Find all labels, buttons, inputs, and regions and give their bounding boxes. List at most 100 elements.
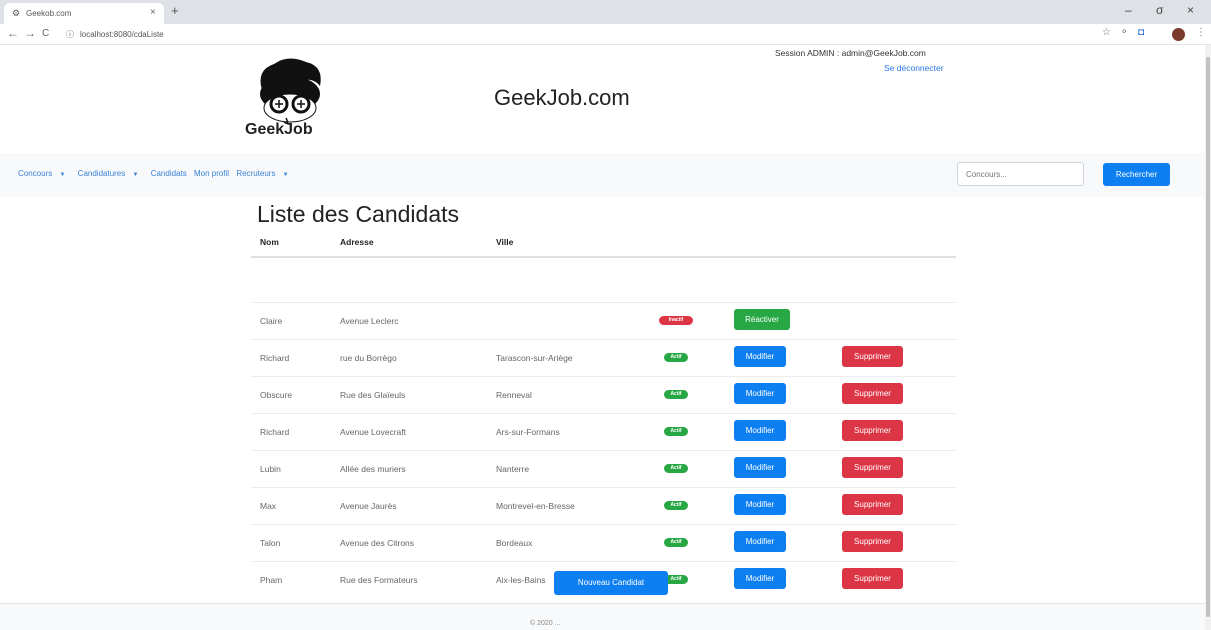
footer-text: © 2020 ... [530, 620, 561, 627]
delete-button[interactable]: Supprimer [842, 346, 903, 367]
new-tab-icon[interactable]: + [171, 3, 179, 18]
cell-nom: Max [260, 501, 277, 511]
restore-icon[interactable]: σ [1156, 3, 1163, 17]
table-row: Obscure Rue des Glaïeuls Renneval Actif … [251, 376, 956, 413]
cell-adresse: Allée des muriers [340, 464, 406, 474]
extension-icon-2[interactable]: ◘ [1138, 27, 1144, 38]
edit-button[interactable]: Modifier [734, 457, 786, 478]
edit-button[interactable]: Modifier [734, 531, 786, 552]
reactivate-button[interactable]: Réactiver [734, 309, 790, 330]
tab-close-icon[interactable]: × [150, 7, 156, 18]
cell-nom: Claire [260, 316, 283, 326]
cell-ville: Bordeaux [496, 538, 533, 548]
info-icon: ⓘ [66, 30, 74, 39]
search-button[interactable]: Rechercher [1103, 163, 1170, 186]
scrollbar[interactable] [1205, 45, 1211, 630]
cell-adresse: rue du Borrègo [340, 353, 397, 363]
address-bar[interactable]: ⓘ localhost:8080/cdaListe [66, 29, 164, 40]
site-title: GeekJob.com [494, 85, 630, 110]
edit-button[interactable]: Modifier [734, 420, 786, 441]
browser-toolbar: ← → C ⓘ localhost:8080/cdaListe ☆ ⚬ ◘ ⋮ [0, 24, 1211, 45]
table-row: Talon Avenue des Citrons Bordeaux Actif … [251, 524, 956, 561]
session-info: Session ADMIN : admin@GeekJob.com [775, 48, 926, 58]
cell-ville: Ars-sur-Formans [496, 427, 560, 437]
delete-button[interactable]: Supprimer [842, 531, 903, 552]
star-icon[interactable]: ☆ [1102, 27, 1111, 38]
cell-ville: Tarascon-sur-Ariège [496, 353, 573, 363]
favicon-icon: ⚙ [12, 8, 21, 18]
profile-avatar[interactable] [1172, 28, 1185, 41]
column-header-ville: Ville [496, 237, 514, 247]
caret-down-icon: ▼ [132, 172, 139, 178]
new-candidate-button[interactable]: Nouveau Candidat [554, 571, 668, 595]
search-input[interactable] [957, 162, 1084, 186]
status-badge: Actif [664, 353, 688, 362]
edit-button[interactable]: Modifier [734, 383, 786, 404]
cell-ville: Nanterre [496, 464, 530, 474]
nav-item-recruteurs[interactable]: Recruteurs ▼ [236, 169, 293, 178]
delete-button[interactable]: Supprimer [842, 420, 903, 441]
table-row: Lubin Allée des muriers Nanterre Actif M… [251, 450, 956, 487]
delete-button[interactable]: Supprimer [842, 494, 903, 515]
nav-item-candidats[interactable]: Candidats [151, 169, 187, 178]
edit-button[interactable]: Modifier [734, 494, 786, 515]
status-badge: Actif [664, 464, 688, 473]
forward-icon[interactable]: → [24, 26, 36, 40]
menu-icon[interactable]: ⋮ [1196, 27, 1206, 38]
nav-item-candidatures[interactable]: Candidatures ▼ [78, 169, 144, 178]
browser-tab-bar: ⚙ Geekob.com × + – σ × [0, 0, 1211, 24]
edit-button[interactable]: Modifier [734, 346, 786, 367]
caret-down-icon: ▼ [282, 172, 289, 178]
logo-text: GeekJob [245, 121, 313, 138]
cell-nom: Obscure [260, 390, 293, 400]
cell-adresse: Rue des Glaïeuls [340, 390, 406, 400]
nav-item-mon-profil[interactable]: Mon profil [194, 169, 229, 178]
cell-ville: Montrevel-en-Bresse [496, 501, 575, 511]
table-row: Richard Avenue Lovecraft Ars-sur-Formans… [251, 413, 956, 450]
column-header-nom: Nom [260, 237, 279, 247]
cell-adresse: Avenue des Citrons [340, 538, 415, 548]
nav-item-concours[interactable]: Concours ▼ [18, 169, 70, 178]
cell-adresse: Rue des Formateurs [340, 575, 418, 585]
cell-nom: Richard [260, 353, 290, 363]
delete-button[interactable]: Supprimer [842, 457, 903, 478]
column-header-adresse: Adresse [340, 237, 374, 247]
reload-icon[interactable]: C [42, 28, 49, 39]
cell-adresse: Avenue Lovecraft [340, 427, 406, 437]
status-badge: Inactif [659, 316, 693, 325]
nav-links: Concours ▼ Candidatures ▼ Candidats Mon … [18, 169, 299, 178]
cell-nom: Lubin [260, 464, 281, 474]
cell-ville: Aix-les-Bains [496, 575, 546, 585]
scrollbar-thumb[interactable] [1206, 57, 1210, 617]
close-window-icon[interactable]: × [1187, 3, 1194, 17]
url-text: localhost:8080/cdaListe [80, 30, 164, 39]
table-row: Max Avenue Jaurès Montrevel-en-Bresse Ac… [251, 487, 956, 524]
table-row: Richard rue du Borrègo Tarascon-sur-Ariè… [251, 339, 956, 376]
status-badge: Actif [664, 538, 688, 547]
status-badge: Actif [664, 501, 688, 510]
cell-adresse: Avenue Jaurès [340, 501, 397, 511]
tab-title: Geekob.com [26, 9, 72, 18]
delete-button[interactable]: Supprimer [842, 568, 903, 589]
caret-down-icon: ▼ [59, 172, 66, 178]
page: GeekJob GeekJob.com Session ADMIN : admi… [0, 45, 1205, 630]
page-title: Liste des Candidats [257, 201, 460, 227]
table-row: Claire Avenue Leclerc Inactif Réactiver [251, 302, 956, 339]
edit-button[interactable]: Modifier [734, 568, 786, 589]
logout-link[interactable]: Se déconnecter [884, 63, 944, 73]
back-icon[interactable]: ← [7, 26, 19, 40]
cell-nom: Talon [260, 538, 281, 548]
browser-tab[interactable]: ⚙ Geekob.com × [4, 3, 164, 24]
extension-icon[interactable]: ⚬ [1120, 27, 1128, 38]
cell-ville: Renneval [496, 390, 532, 400]
status-badge: Actif [664, 427, 688, 436]
table-header: Nom Adresse Ville [251, 228, 956, 258]
minimize-icon[interactable]: – [1125, 3, 1132, 17]
footer: © 2020 ... [0, 603, 1205, 630]
cell-adresse: Avenue Leclerc [340, 316, 399, 326]
cell-nom: Pham [260, 575, 283, 585]
cell-nom: Richard [260, 427, 290, 437]
delete-button[interactable]: Supprimer [842, 383, 903, 404]
status-badge: Actif [664, 390, 688, 399]
navbar: Concours ▼ Candidatures ▼ Candidats Mon … [0, 153, 1205, 197]
